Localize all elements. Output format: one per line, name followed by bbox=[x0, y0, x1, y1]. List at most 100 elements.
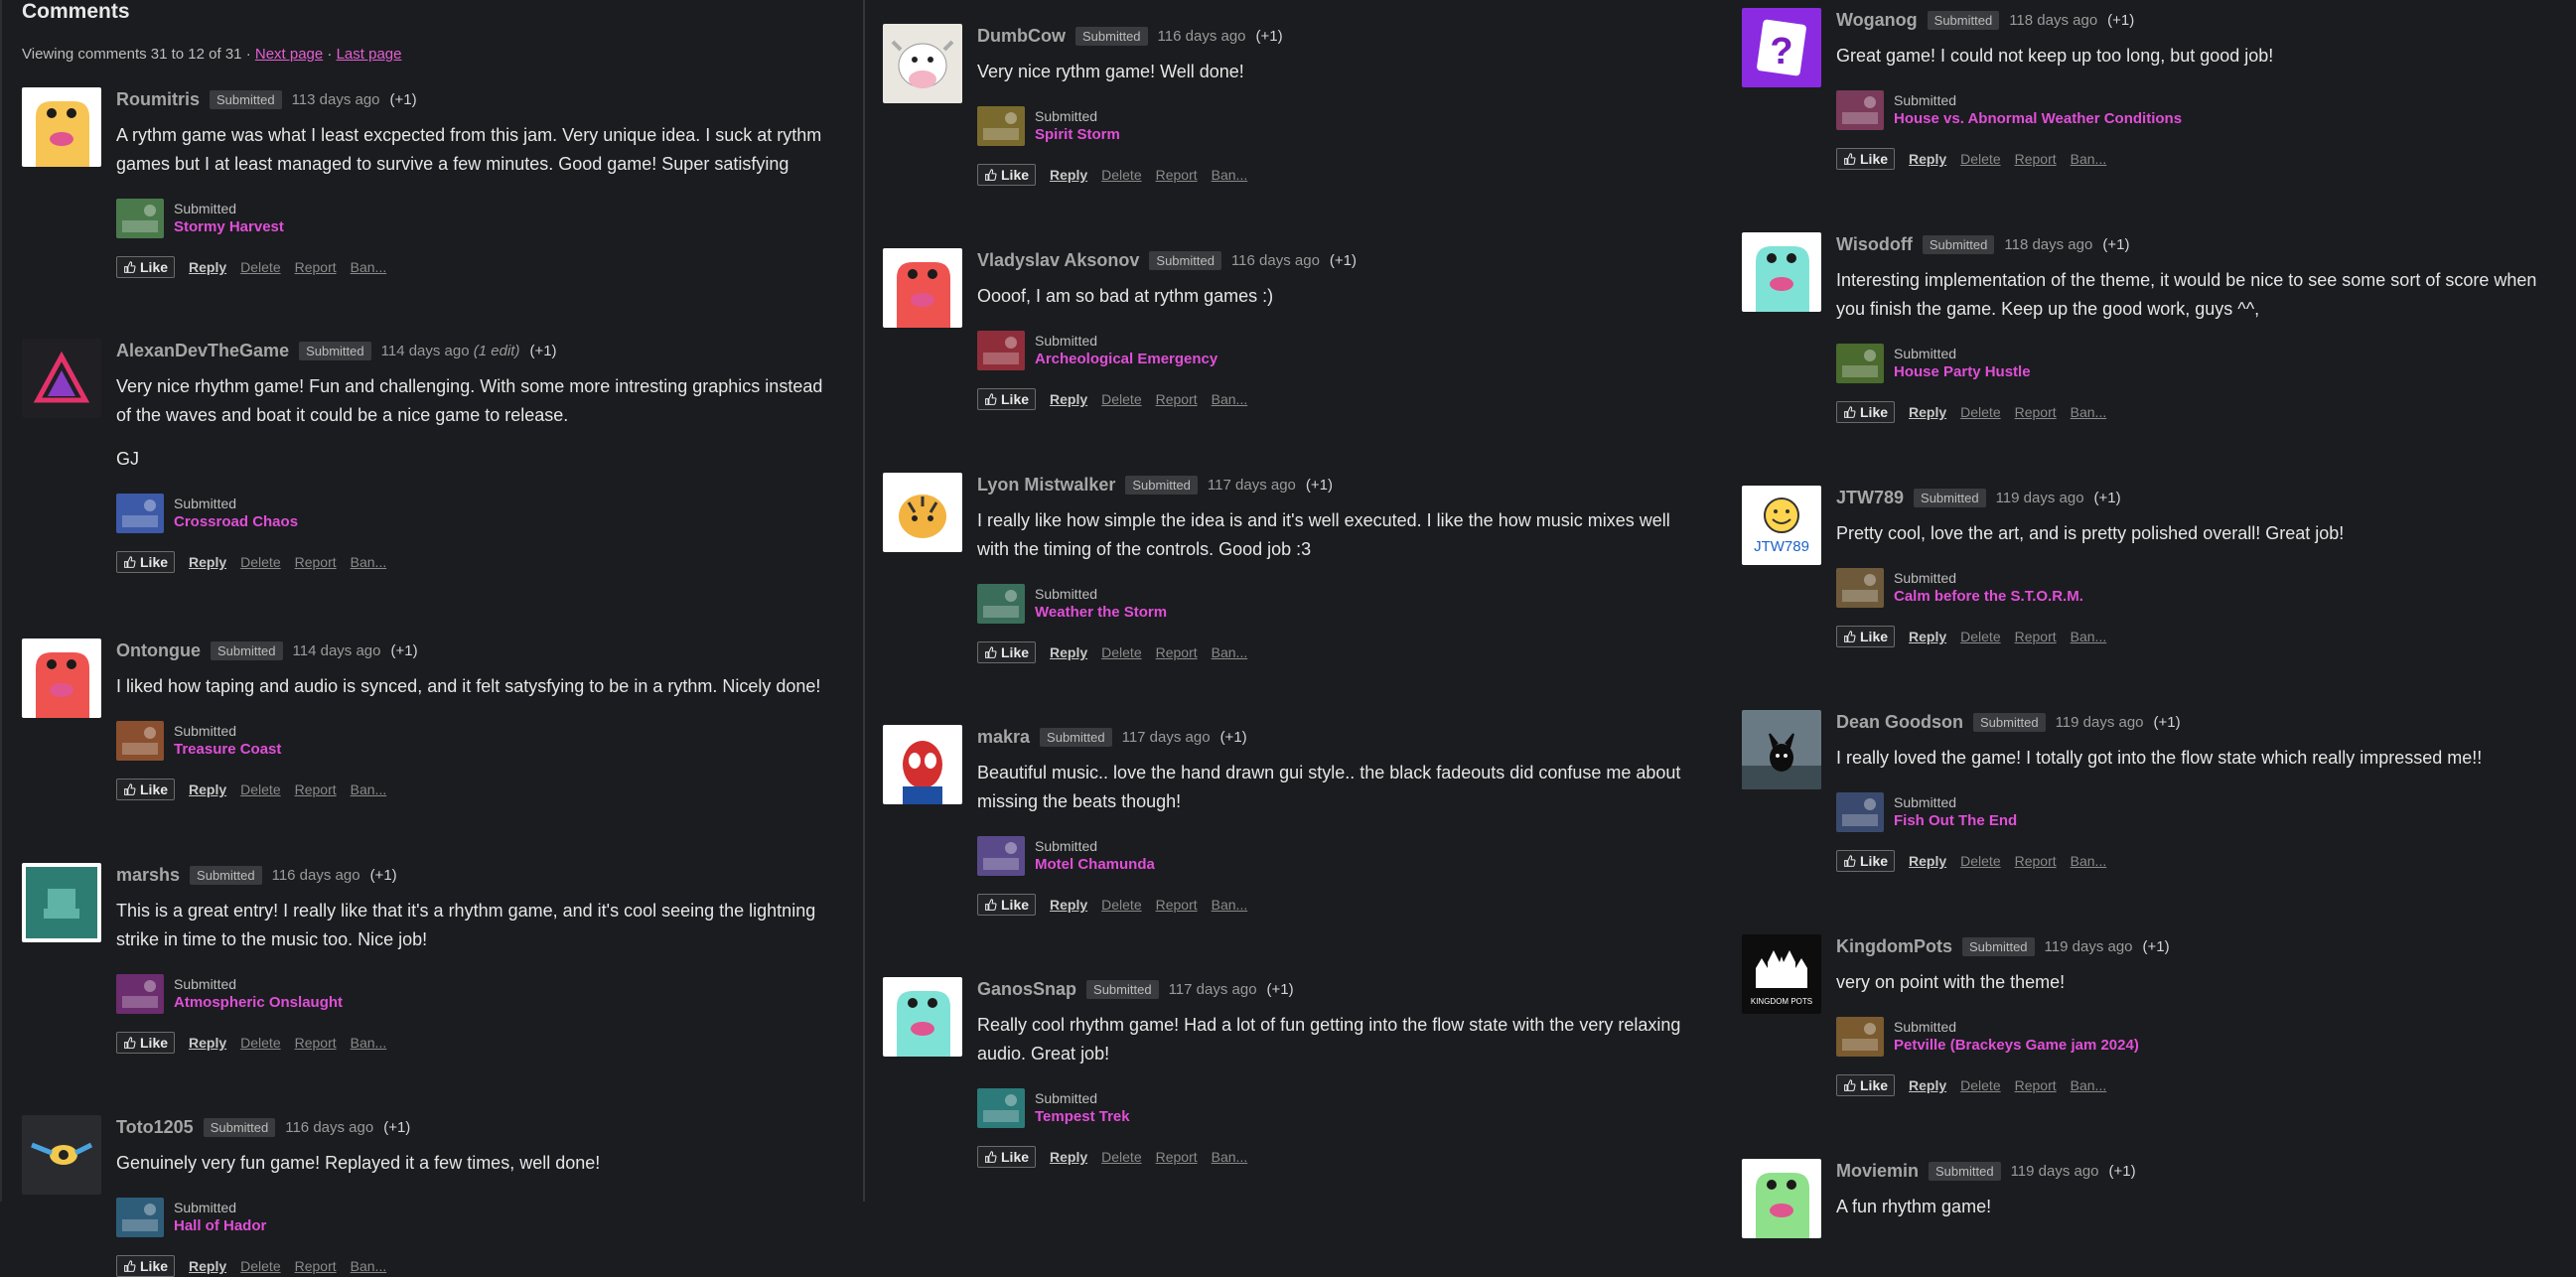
game-link[interactable]: Calm before the S.T.O.R.M. bbox=[1894, 587, 2083, 606]
report-link[interactable]: Report bbox=[2015, 1077, 2057, 1093]
reply-link[interactable]: Reply bbox=[1050, 1149, 1087, 1165]
red-frog-avatar[interactable] bbox=[883, 248, 962, 328]
like-button[interactable]: Like bbox=[977, 641, 1037, 663]
tiger-avatar[interactable] bbox=[883, 473, 962, 552]
reply-link[interactable]: Reply bbox=[1909, 853, 1946, 869]
black-creature-avatar[interactable] bbox=[1742, 710, 1821, 789]
game-link[interactable]: Petville (Brackeys Game jam 2024) bbox=[1894, 1036, 2139, 1055]
report-link[interactable]: Report bbox=[1156, 167, 1198, 183]
game-thumbnail[interactable] bbox=[1836, 568, 1884, 608]
game-thumbnail[interactable] bbox=[116, 974, 164, 1014]
delete-link[interactable]: Delete bbox=[1101, 167, 1141, 183]
like-button[interactable]: Like bbox=[1836, 148, 1896, 170]
game-thumbnail[interactable] bbox=[1836, 344, 1884, 383]
delete-link[interactable]: Delete bbox=[240, 781, 280, 797]
yellow-frog-avatar[interactable] bbox=[22, 87, 101, 167]
like-button[interactable]: Like bbox=[116, 1032, 176, 1054]
comment-author[interactable]: Vladyslav Aksonov bbox=[977, 250, 1139, 271]
teal-chair-avatar[interactable] bbox=[22, 863, 101, 942]
delete-link[interactable]: Delete bbox=[1101, 644, 1141, 660]
game-link[interactable]: Fish Out The End bbox=[1894, 811, 2017, 830]
delete-link[interactable]: Delete bbox=[1960, 404, 2000, 420]
castle-avatar[interactable]: KINGDOM POTS bbox=[1742, 934, 1821, 1014]
delete-link[interactable]: Delete bbox=[240, 259, 280, 275]
ban-link[interactable]: Ban... bbox=[2071, 853, 2107, 869]
like-button[interactable]: Like bbox=[116, 1255, 176, 1277]
game-thumbnail[interactable] bbox=[977, 1088, 1025, 1128]
game-link[interactable]: Atmospheric Onslaught bbox=[174, 993, 343, 1012]
delete-link[interactable]: Delete bbox=[1960, 629, 2000, 644]
game-thumbnail[interactable] bbox=[1836, 1017, 1884, 1057]
reply-link[interactable]: Reply bbox=[1909, 1077, 1946, 1093]
ban-link[interactable]: Ban... bbox=[2071, 404, 2107, 420]
ban-link[interactable]: Ban... bbox=[2071, 629, 2107, 644]
like-button[interactable]: Like bbox=[977, 1146, 1037, 1168]
question-mark-avatar[interactable]: ? bbox=[1742, 8, 1821, 87]
delete-link[interactable]: Delete bbox=[240, 1258, 280, 1274]
ban-link[interactable]: Ban... bbox=[2071, 151, 2107, 167]
ban-link[interactable]: Ban... bbox=[351, 781, 387, 797]
delete-link[interactable]: Delete bbox=[1960, 151, 2000, 167]
like-button[interactable]: Like bbox=[977, 164, 1037, 186]
ban-link[interactable]: Ban... bbox=[2071, 1077, 2107, 1093]
report-link[interactable]: Report bbox=[295, 1258, 337, 1274]
green-frog-avatar[interactable] bbox=[1742, 1159, 1821, 1238]
ban-link[interactable]: Ban... bbox=[1212, 1149, 1248, 1165]
ban-link[interactable]: Ban... bbox=[351, 259, 387, 275]
cow-avatar[interactable] bbox=[883, 24, 962, 103]
game-thumbnail[interactable] bbox=[977, 584, 1025, 624]
delete-link[interactable]: Delete bbox=[240, 1035, 280, 1051]
comment-author[interactable]: AlexanDevTheGame bbox=[116, 341, 289, 361]
game-link[interactable]: Stormy Harvest bbox=[174, 217, 284, 236]
game-thumbnail[interactable] bbox=[977, 331, 1025, 370]
game-link[interactable]: Tempest Trek bbox=[1035, 1107, 1130, 1126]
report-link[interactable]: Report bbox=[1156, 1149, 1198, 1165]
game-thumbnail[interactable] bbox=[116, 199, 164, 238]
cyan-frog-avatar[interactable] bbox=[1742, 232, 1821, 312]
comment-author[interactable]: Roumitris bbox=[116, 89, 200, 110]
game-link[interactable]: Archeological Emergency bbox=[1035, 350, 1217, 368]
like-button[interactable]: Like bbox=[116, 256, 176, 278]
reply-link[interactable]: Reply bbox=[189, 259, 226, 275]
next-page-link[interactable]: Next page bbox=[255, 46, 323, 63]
game-thumbnail[interactable] bbox=[116, 1198, 164, 1237]
game-thumbnail[interactable] bbox=[116, 494, 164, 533]
report-link[interactable]: Report bbox=[2015, 404, 2057, 420]
reply-link[interactable]: Reply bbox=[1909, 404, 1946, 420]
game-thumbnail[interactable] bbox=[116, 721, 164, 761]
reply-link[interactable]: Reply bbox=[1909, 629, 1946, 644]
game-link[interactable]: House vs. Abnormal Weather Conditions bbox=[1894, 109, 2182, 128]
like-button[interactable]: Like bbox=[977, 894, 1037, 916]
report-link[interactable]: Report bbox=[2015, 151, 2057, 167]
reply-link[interactable]: Reply bbox=[189, 781, 226, 797]
reply-link[interactable]: Reply bbox=[1050, 897, 1087, 913]
delete-link[interactable]: Delete bbox=[1960, 1077, 2000, 1093]
comment-author[interactable]: Ontongue bbox=[116, 640, 201, 661]
like-button[interactable]: Like bbox=[1836, 1074, 1896, 1096]
comment-author[interactable]: Wisodoff bbox=[1836, 234, 1913, 255]
comment-author[interactable]: KingdomPots bbox=[1836, 936, 1952, 957]
like-button[interactable]: Like bbox=[116, 779, 176, 800]
ban-link[interactable]: Ban... bbox=[1212, 167, 1248, 183]
report-link[interactable]: Report bbox=[1156, 391, 1198, 407]
spiderman-avatar[interactable] bbox=[883, 725, 962, 804]
delete-link[interactable]: Delete bbox=[1101, 1149, 1141, 1165]
report-link[interactable]: Report bbox=[295, 554, 337, 570]
comment-author[interactable]: marshs bbox=[116, 865, 180, 886]
ban-link[interactable]: Ban... bbox=[1212, 391, 1248, 407]
comment-author[interactable]: DumbCow bbox=[977, 26, 1066, 47]
like-button[interactable]: Like bbox=[1836, 401, 1896, 423]
bird-avatar[interactable] bbox=[22, 1115, 101, 1195]
reply-link[interactable]: Reply bbox=[189, 1035, 226, 1051]
report-link[interactable]: Report bbox=[295, 259, 337, 275]
triangle-logo-avatar[interactable] bbox=[22, 339, 101, 418]
game-thumbnail[interactable] bbox=[977, 836, 1025, 876]
smiley-avatar[interactable]: JTW789 bbox=[1742, 486, 1821, 565]
ban-link[interactable]: Ban... bbox=[1212, 644, 1248, 660]
game-link[interactable]: Weather the Storm bbox=[1035, 603, 1167, 622]
delete-link[interactable]: Delete bbox=[1960, 853, 2000, 869]
comment-author[interactable]: Woganog bbox=[1836, 10, 1918, 31]
comment-author[interactable]: makra bbox=[977, 727, 1030, 748]
comment-author[interactable]: Toto1205 bbox=[116, 1117, 194, 1138]
report-link[interactable]: Report bbox=[295, 1035, 337, 1051]
